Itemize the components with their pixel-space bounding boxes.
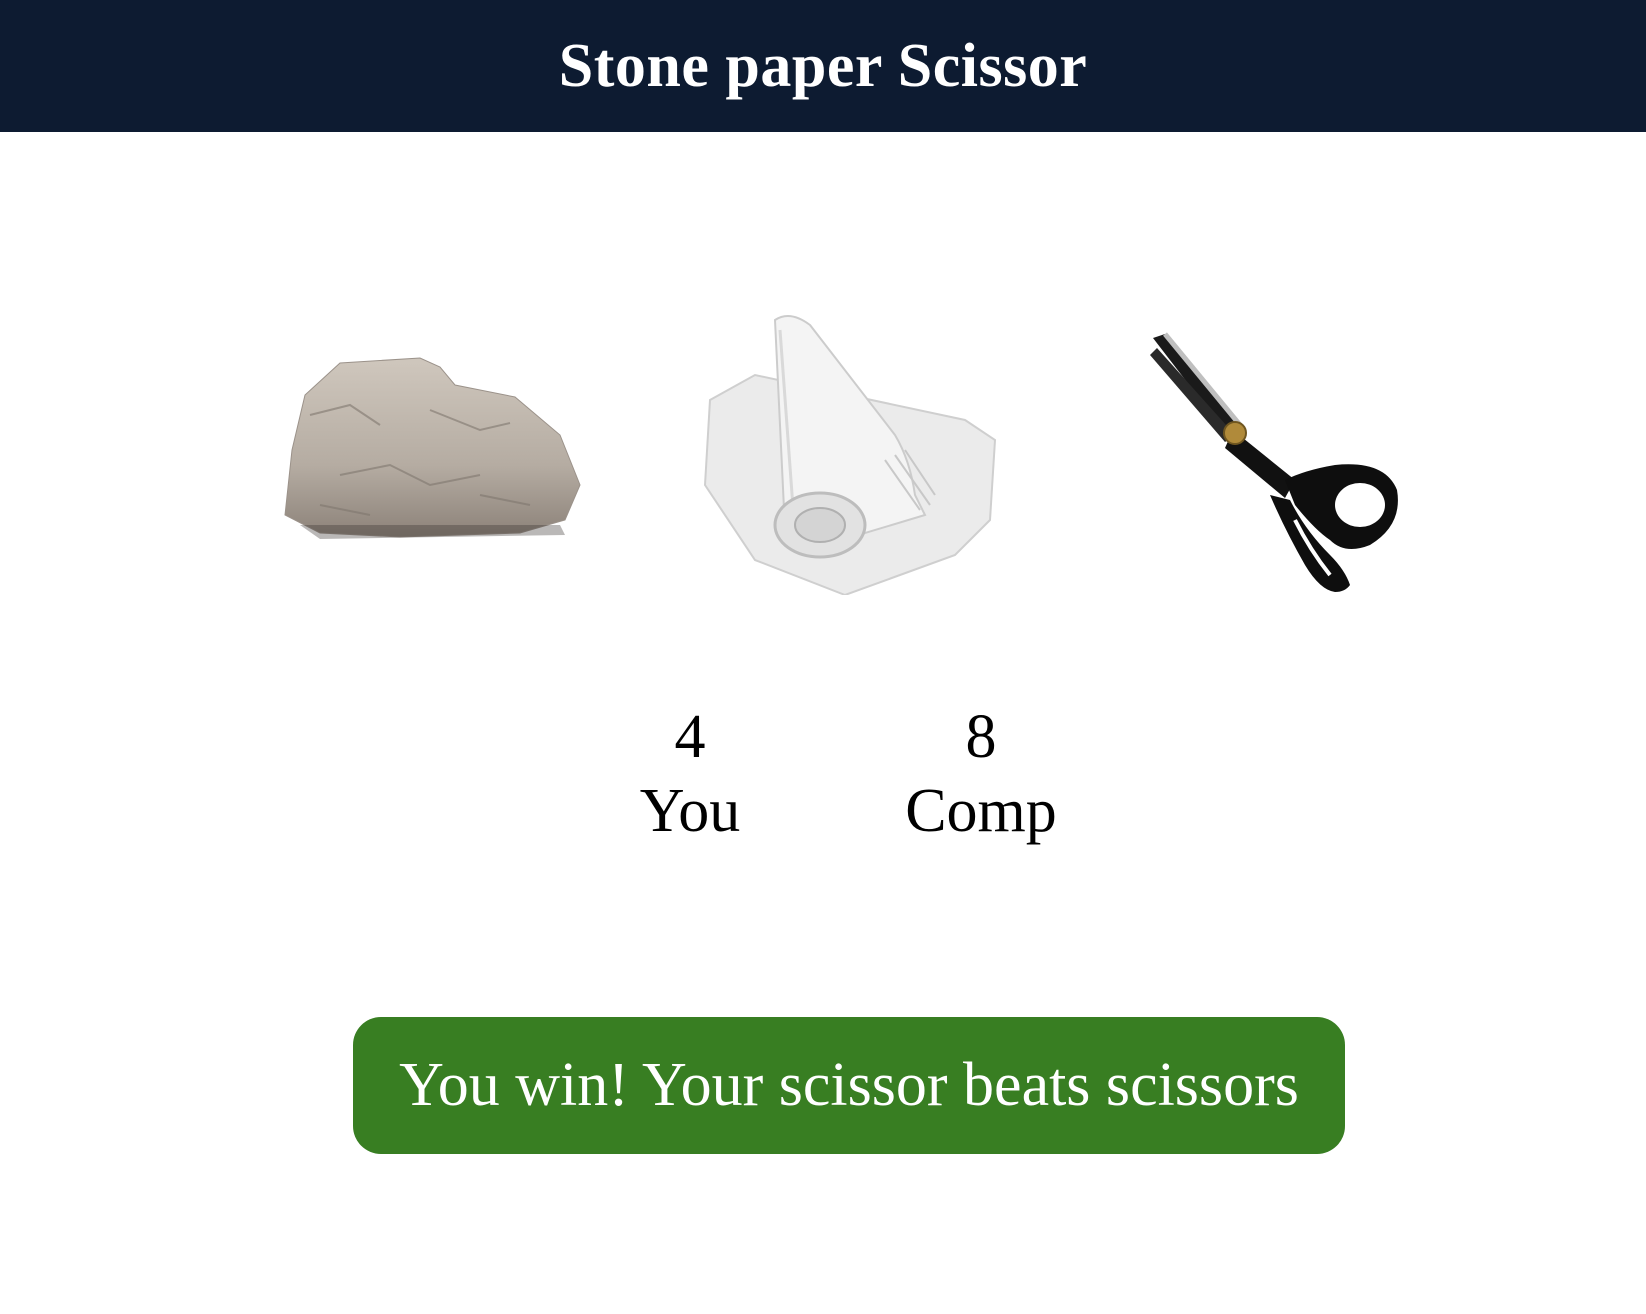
stone-choice-button[interactable] xyxy=(280,355,585,540)
stone-icon xyxy=(284,357,581,539)
scissor-icon xyxy=(1150,332,1398,592)
comp-score-label: Comp xyxy=(905,777,1057,845)
user-score-value: 4 xyxy=(674,703,706,771)
page-title: Stone paper Scissor xyxy=(558,31,1088,100)
user-score-panel: 4 You xyxy=(560,700,820,848)
paper-icon xyxy=(703,315,997,595)
result-message: You win! Your scissor beats scissors xyxy=(353,1017,1345,1154)
paper-choice-button[interactable] xyxy=(695,310,1005,595)
user-score-label: You xyxy=(639,777,741,845)
scissor-choice-button[interactable] xyxy=(1145,330,1410,600)
comp-score-panel: 8 Comp xyxy=(851,700,1111,848)
comp-score-value: 8 xyxy=(965,703,997,771)
header-bar: Stone paper Scissor xyxy=(0,0,1646,132)
